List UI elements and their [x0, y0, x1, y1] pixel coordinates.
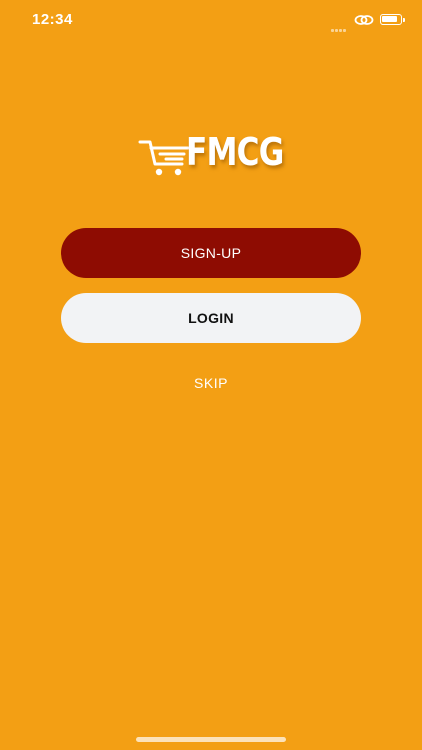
status-bar: 12:34	[0, 0, 422, 40]
hotspot-icon	[354, 12, 374, 28]
signup-button[interactable]: SIGN-UP	[61, 228, 361, 278]
battery-icon	[380, 14, 405, 25]
skip-link[interactable]: SKIP	[0, 375, 422, 391]
signal-icon	[331, 19, 351, 32]
home-indicator[interactable]	[136, 737, 286, 742]
shopping-cart-icon	[138, 138, 190, 180]
status-time: 12:34	[32, 11, 73, 28]
login-button[interactable]: LOGIN	[61, 293, 361, 343]
app-logo: FMCG	[138, 128, 288, 184]
logo-text: FMCG	[186, 130, 284, 174]
